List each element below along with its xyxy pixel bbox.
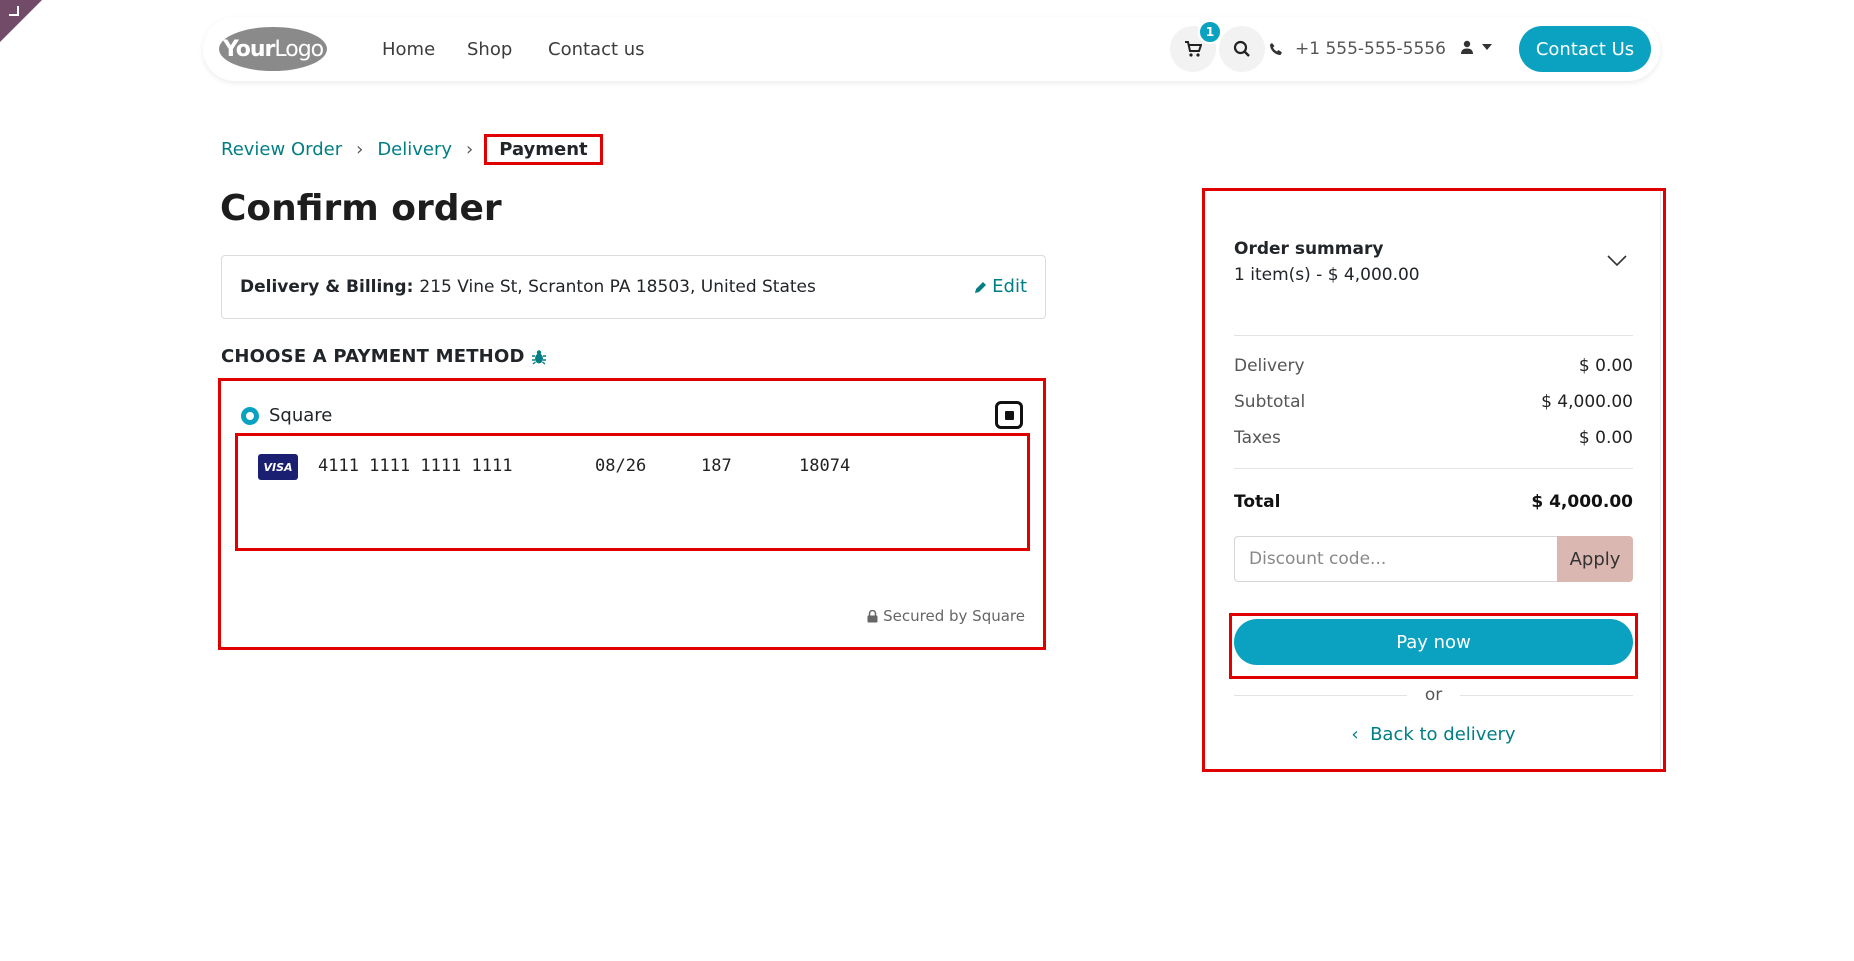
nav-shop[interactable]: Shop [467,39,512,60]
contact-us-button[interactable]: Contact Us [1519,26,1651,72]
address-value: 215 Vine St, Scranton PA 18503, United S… [419,277,816,297]
divider [1234,468,1633,469]
summary-divider [1660,191,1661,769]
subtotal-label: Subtotal [1234,392,1306,412]
phone-number: +1 555-555-5556 [1295,39,1446,59]
cart-count-badge: 1 [1198,20,1222,44]
breadcrumb-delivery[interactable]: Delivery [377,139,452,160]
discount-form: Apply [1234,536,1633,582]
taxes-row: Taxes $ 0.00 [1234,428,1633,448]
chevron-right-icon: › [356,139,364,160]
nav-home[interactable]: Home [382,39,435,60]
subtotal-value: $ 4,000.00 [1541,392,1633,412]
or-separator: or [1234,685,1634,705]
pencil-icon [975,281,987,293]
taxes-label: Taxes [1234,428,1281,448]
logo-light-text: Logo [274,36,324,62]
search-button[interactable] [1219,26,1265,72]
expiry-field[interactable]: 08/26 [595,456,646,476]
discount-code-input[interactable] [1234,536,1557,582]
user-menu[interactable] [1460,40,1492,54]
apply-discount-button[interactable]: Apply [1557,536,1633,582]
edit-label: Edit [992,276,1027,297]
chevron-left-icon: ‹ [1351,724,1371,745]
editor-corner[interactable] [0,0,42,42]
secured-notice: Secured by Square [867,607,1025,625]
payment-method-heading: CHOOSE A PAYMENT METHOD [221,346,547,367]
total-value: $ 4,000.00 [1531,492,1633,512]
total-row: Total $ 4,000.00 [1234,492,1633,512]
delivery-row: Delivery $ 0.00 [1234,356,1633,376]
square-radio[interactable] [241,407,259,425]
cart-button[interactable]: 1 [1170,20,1222,72]
card-number-field[interactable]: 4111 1111 1111 1111 [318,456,512,476]
payment-method-panel: Square VISA 4111 1111 1111 1111 08/26 18… [218,378,1046,650]
back-to-delivery-text: Back to delivery [1370,724,1516,745]
back-to-delivery-link[interactable]: ‹ Back to delivery [1234,724,1633,745]
cvv-field[interactable]: 187 [701,456,732,476]
divider [1234,335,1633,336]
edit-address-link[interactable]: Edit [974,276,1027,297]
nav-contact-us[interactable]: Contact us [548,39,645,60]
delivery-billing-box: Delivery & Billing: 215 Vine St, Scranto… [221,255,1046,319]
postal-code-field[interactable]: 18074 [799,456,850,476]
corner-arrow-icon [9,6,19,16]
payment-method-name[interactable]: Square [269,405,332,426]
square-logo-icon [995,401,1023,429]
chevron-down-icon[interactable] [1607,255,1627,267]
delivery-value: $ 0.00 [1578,356,1633,376]
card-form: VISA 4111 1111 1111 1111 08/26 187 18074 [235,433,1030,551]
site-header: Your Logo Home Shop Contact us 1 +1 555-5… [203,17,1660,81]
chevron-right-icon: › [466,139,474,160]
pay-now-button[interactable]: Pay now [1234,619,1633,665]
payment-method-title: CHOOSE A PAYMENT METHOD [221,346,525,367]
lock-icon [867,609,878,622]
search-icon [1233,40,1250,57]
breadcrumb: Review Order › Delivery › Payment [221,134,603,165]
breadcrumb-review-order[interactable]: Review Order [221,139,342,160]
bug-icon[interactable] [531,349,547,365]
address-label: Delivery & Billing: [240,277,414,297]
visa-card-icon: VISA [258,454,298,480]
or-text: or [1424,685,1443,705]
secured-text: Secured by Square [883,607,1025,625]
subtotal-row: Subtotal $ 4,000.00 [1234,392,1633,412]
user-icon [1461,40,1473,54]
logo-bold-text: Your [222,36,276,62]
order-summary-panel: Order summary 1 item(s) - $ 4,000.00 Del… [1202,188,1666,772]
cart-icon [1185,41,1202,57]
caret-down-icon [1482,44,1492,50]
phone-icon [1270,43,1282,55]
order-summary-title[interactable]: Order summary [1234,239,1383,259]
total-label: Total [1234,492,1281,512]
breadcrumb-payment: Payment [484,134,603,165]
site-logo[interactable]: Your Logo [219,27,327,71]
phone-link[interactable]: +1 555-555-5556 [1269,39,1446,59]
taxes-value: $ 0.00 [1578,428,1633,448]
page-title: Confirm order [220,188,502,229]
order-item-count: 1 item(s) - $ 4,000.00 [1234,265,1420,285]
delivery-label: Delivery [1234,356,1305,376]
